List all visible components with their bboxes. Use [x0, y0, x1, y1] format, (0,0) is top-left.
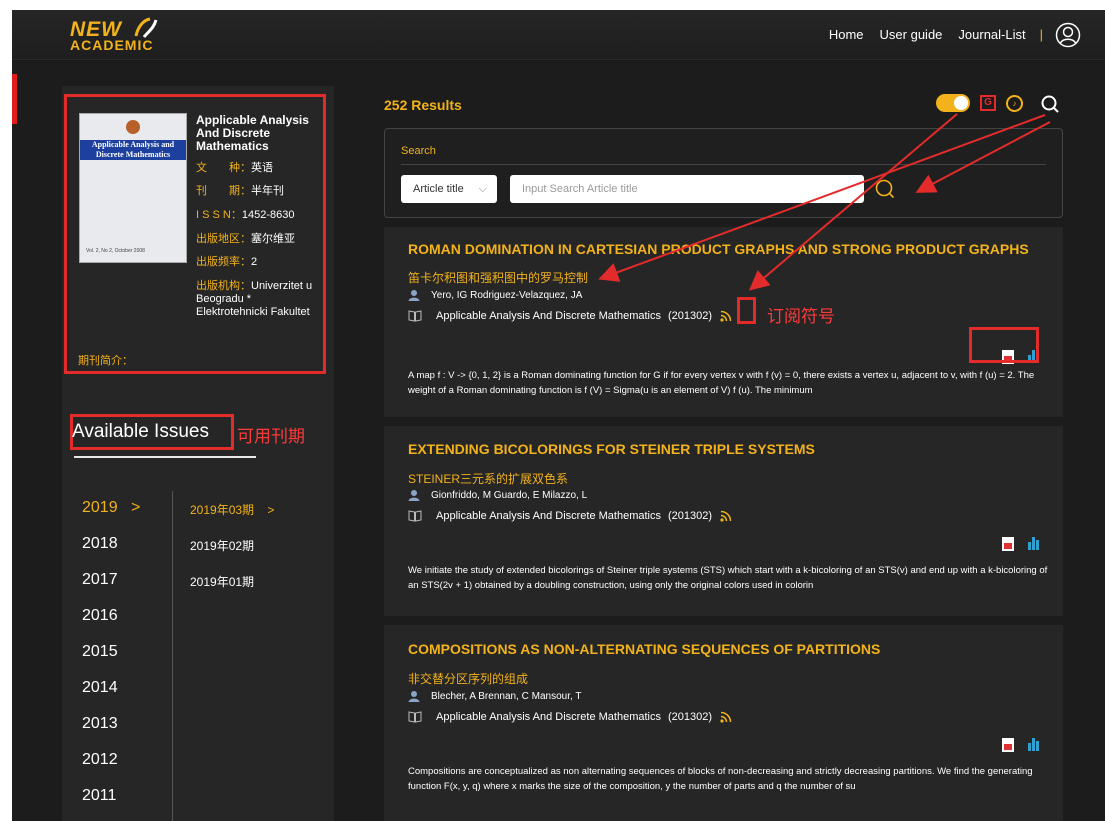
- arrow-to-chinese-title: [598, 114, 1046, 282]
- app-window: NEW ACADEMIC Home User guide Journal-Lis…: [12, 10, 1105, 821]
- annotation-arrows: [598, 113, 1051, 291]
- arrow-to-subscribe: [748, 113, 958, 291]
- arrow-to-search-button: [915, 121, 1051, 193]
